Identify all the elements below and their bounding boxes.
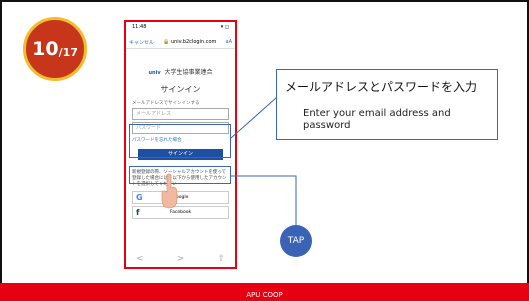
signin-title: サインイン (160, 85, 201, 94)
status-icons: ▾ ◻ (220, 24, 229, 30)
facebook-icon: f (136, 208, 140, 217)
credentials-highlight (129, 124, 231, 158)
forward-icon[interactable]: > (177, 254, 185, 264)
facebook-label: Facebook (169, 210, 192, 215)
url-text: 🔒 univ.b2clogin.com (163, 39, 217, 45)
facebook-button[interactable]: f Facebook (132, 206, 229, 219)
univ-logo: univ (148, 70, 161, 76)
browser-toolbar: < > ⇧ (126, 251, 235, 267)
instruction-callout: メールアドレスとパスワードを入力 Enter your email addres… (276, 69, 498, 140)
footer-bar: APU COOP (0, 283, 529, 301)
org-header: univ 大学生協事業連合 (126, 67, 235, 76)
status-time: 11:48 (132, 24, 147, 30)
signin-highlight (129, 166, 231, 184)
pointing-hand-icon (161, 173, 178, 209)
back-icon[interactable]: < (136, 254, 144, 264)
reader-icon[interactable]: aA (226, 39, 232, 45)
page-number-badge: 10 /17 (23, 17, 87, 81)
tap-badge: TAP (280, 225, 312, 257)
google-icon: G (136, 193, 143, 202)
org-name: 大学生協事業連合 (164, 69, 213, 76)
phone-status-bar: 11:48 ▾ ◻ (126, 22, 235, 36)
callout-japanese: メールアドレスとパスワードを入力 (285, 80, 478, 94)
email-field[interactable]: メールアドレス (132, 108, 229, 120)
cancel-link[interactable]: キャンセル (129, 39, 154, 46)
email-signin-note: メールアドレスでサインインする (132, 101, 200, 106)
page-total: /17 (58, 45, 78, 59)
callout-english: Enter your email address and password (303, 108, 451, 131)
google-button[interactable]: G Google (132, 191, 229, 204)
page-current: 10 (32, 38, 59, 60)
share-icon[interactable]: ⇧ (217, 254, 225, 264)
browser-url-bar: キャンセル 🔒 univ.b2clogin.com aA (126, 36, 235, 49)
